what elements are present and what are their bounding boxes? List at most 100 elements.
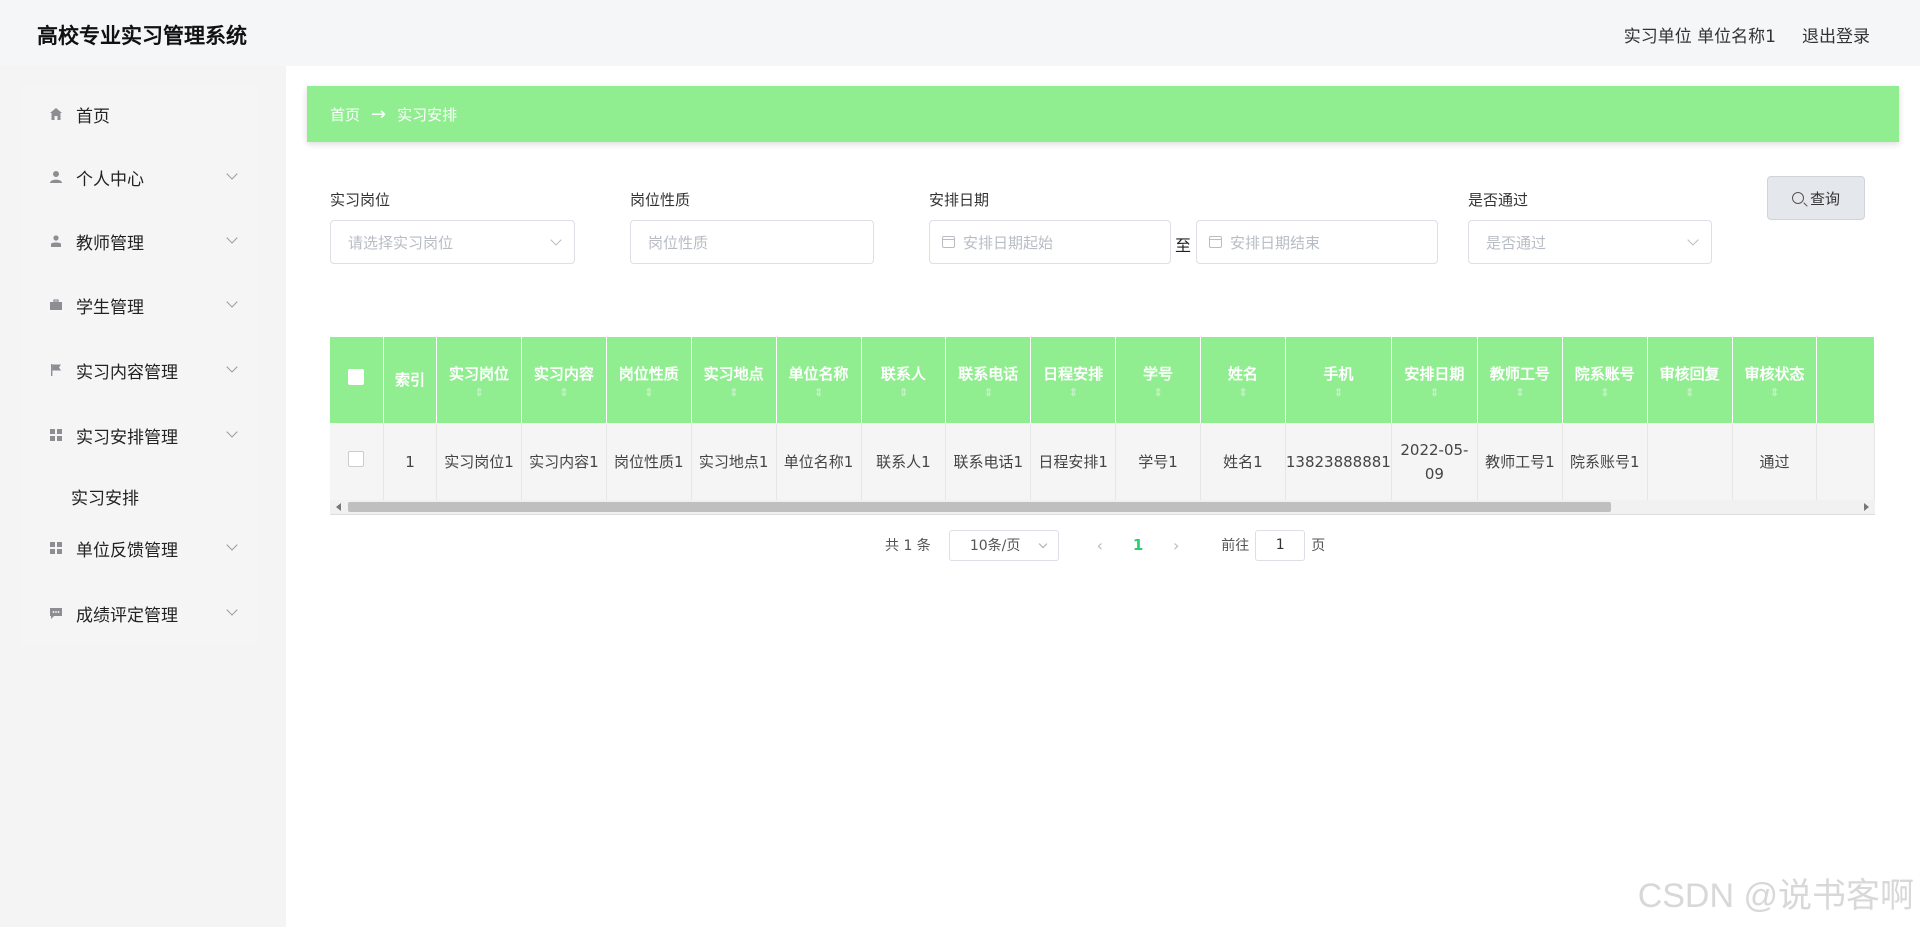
date-start-placeholder: 安排日期起始 xyxy=(963,233,1054,252)
logout-link[interactable]: 退出登录 xyxy=(1802,22,1870,47)
column-header[interactable]: 日程安排 ⇕ xyxy=(1030,337,1117,423)
date-end-input[interactable]: 安排日期结束 xyxy=(1196,220,1438,264)
post-select-placeholder: 请选择实习岗位 xyxy=(348,233,454,252)
column-header-label: 联系电话 xyxy=(958,365,1019,383)
column-header[interactable]: 审核回复 ⇕ xyxy=(1647,337,1733,423)
sidebar-item-arrangement-management[interactable]: 实习安排管理 xyxy=(20,415,258,455)
next-page-icon[interactable]: › xyxy=(1155,536,1197,555)
column-header[interactable]: 院系账号 ⇕ xyxy=(1562,337,1648,423)
sort-icon[interactable]: ⇕ xyxy=(1031,387,1115,399)
table-cell: 教师工号1 xyxy=(1477,423,1563,501)
sort-icon[interactable]: ⇕ xyxy=(862,387,946,399)
scroll-left-icon[interactable] xyxy=(336,503,341,511)
sort-icon[interactable]: ⇕ xyxy=(692,387,776,399)
table-row[interactable]: 1 实习岗位1 实习内容1 岗位性质1 实习地点1 单位名称1 联系人1 联系电话1 日程安排1… xyxy=(330,423,1875,501)
sidebar-item-internship-content[interactable]: 实习内容管理 xyxy=(20,350,258,390)
nature-input[interactable]: 岗位性质 xyxy=(630,220,874,264)
sidebar-item-label: 单位反馈管理 xyxy=(76,540,178,561)
select-all-checkbox[interactable] xyxy=(348,369,365,385)
column-header[interactable]: 实习内容 ⇕ xyxy=(521,337,607,423)
chevron-down-icon xyxy=(1038,539,1048,548)
column-header[interactable]: 索引 xyxy=(383,337,438,423)
calendar-icon xyxy=(1209,236,1222,248)
sort-icon[interactable]: ⇕ xyxy=(1478,387,1562,399)
scroll-right-icon[interactable] xyxy=(1864,503,1869,511)
search-button-label: 查询 xyxy=(1809,189,1840,208)
grid-icon xyxy=(48,540,64,556)
date-range-separator: 至 xyxy=(1175,236,1192,255)
sidebar-item-personal-center[interactable]: 个人中心 xyxy=(20,157,258,197)
column-header-label: 姓名 xyxy=(1227,365,1258,383)
sort-icon[interactable]: ⇕ xyxy=(946,387,1030,399)
page-size-select[interactable]: 10条/页 xyxy=(948,529,1059,561)
passed-select[interactable]: 是否通过 xyxy=(1468,220,1712,264)
table-cell: 单位名称1 xyxy=(776,423,862,501)
sidebar-item-grading-management[interactable]: 成绩评定管理 xyxy=(20,593,258,633)
sort-icon[interactable]: ⇕ xyxy=(522,387,606,399)
chevron-down-icon xyxy=(550,234,562,246)
prev-page-icon[interactable]: ‹ xyxy=(1079,536,1121,555)
column-header[interactable]: 岗位性质 ⇕ xyxy=(606,337,692,423)
table-cell xyxy=(1816,423,1875,501)
breadcrumb-home[interactable]: 首页 xyxy=(330,104,360,125)
date-start-input[interactable]: 安排日期起始 xyxy=(929,220,1171,264)
column-header[interactable]: 联系电话 ⇕ xyxy=(945,337,1032,423)
sort-icon[interactable]: ⇕ xyxy=(1563,387,1647,399)
post-filter-label: 实习岗位 xyxy=(330,191,391,209)
column-header[interactable]: 手机 ⇕ xyxy=(1285,337,1392,423)
horizontal-scrollbar[interactable] xyxy=(330,500,1875,514)
column-header-label: 审核回复 xyxy=(1659,365,1720,383)
home-icon xyxy=(48,106,64,122)
sort-icon[interactable]: ⇕ xyxy=(437,387,521,399)
goto-suffix: 页 xyxy=(1311,538,1326,554)
sidebar-subitem-arrangement[interactable]: 实习安排 xyxy=(71,484,139,509)
column-header[interactable]: 实习岗位 ⇕ xyxy=(436,337,522,423)
goto-page-input[interactable]: 1 xyxy=(1255,529,1306,561)
column-header[interactable]: 学号 ⇕ xyxy=(1115,337,1201,423)
sort-icon[interactable]: ⇕ xyxy=(1286,387,1391,399)
passed-filter-label: 是否通过 xyxy=(1468,191,1529,209)
current-page[interactable]: 1 xyxy=(1121,536,1155,554)
sidebar-item-label: 首页 xyxy=(76,106,110,127)
column-header[interactable]: 单位名称 ⇕ xyxy=(776,337,862,423)
column-header-label: 实习内容 xyxy=(533,365,594,383)
sort-icon[interactable]: ⇕ xyxy=(1116,387,1200,399)
sort-icon[interactable]: ⇕ xyxy=(777,387,861,399)
sidebar-item-label: 成绩评定管理 xyxy=(76,605,178,626)
sidebar-item-home[interactable]: 首页 xyxy=(20,94,258,134)
table-cell: 1 xyxy=(383,423,438,501)
sidebar-item-teacher-management[interactable]: 教师管理 xyxy=(20,221,258,261)
table-cell: 13823888881 xyxy=(1285,423,1392,501)
column-header[interactable]: 联系人 ⇕ xyxy=(861,337,947,423)
row-checkbox-cell xyxy=(330,423,384,501)
date-filter-label: 安排日期 xyxy=(929,191,990,209)
chevron-down-icon xyxy=(226,361,238,373)
column-header[interactable]: 实习地点 ⇕ xyxy=(691,337,777,423)
search-button[interactable]: 查询 xyxy=(1767,176,1865,220)
table-cell: 实习地点1 xyxy=(691,423,777,501)
sidebar-item-student-management[interactable]: 学生管理 xyxy=(20,285,258,325)
table-cell: 岗位性质1 xyxy=(606,423,692,501)
column-header-label: 索引 xyxy=(394,371,425,389)
scrollbar-thumb[interactable] xyxy=(348,502,1611,512)
column-header[interactable]: 姓名 ⇕ xyxy=(1200,337,1286,423)
post-select[interactable]: 请选择实习岗位 xyxy=(330,220,575,264)
sort-icon[interactable]: ⇕ xyxy=(607,387,691,399)
column-header-label: 岗位性质 xyxy=(618,365,679,383)
user-icon xyxy=(48,169,64,185)
sort-icon[interactable]: ⇕ xyxy=(1201,387,1285,399)
chevron-down-icon xyxy=(1687,234,1699,246)
data-table: 索引 实习岗位 ⇕ 实习内容 ⇕ 岗位性质 ⇕ 实习地点 ⇕ 单位名称 ⇕ 联系人 ⇕ 联系电话 ⇕ 日程安排… xyxy=(330,337,1875,515)
page-size-value: 10条/页 xyxy=(969,538,1021,554)
sidebar-item-feedback-management[interactable]: 单位反馈管理 xyxy=(20,528,258,568)
column-header-label: 实习地点 xyxy=(703,365,764,383)
table-cell: 学号1 xyxy=(1115,423,1201,501)
column-header[interactable]: 审核状态 ⇕ xyxy=(1732,337,1818,423)
sort-icon[interactable]: ⇕ xyxy=(1648,387,1732,399)
sort-icon[interactable]: ⇕ xyxy=(1733,387,1817,399)
sort-icon[interactable]: ⇕ xyxy=(1392,387,1477,399)
chevron-down-icon xyxy=(226,604,238,616)
row-checkbox[interactable] xyxy=(348,451,365,467)
column-header[interactable]: 安排日期 ⇕ xyxy=(1391,337,1478,423)
column-header[interactable]: 教师工号 ⇕ xyxy=(1477,337,1563,423)
